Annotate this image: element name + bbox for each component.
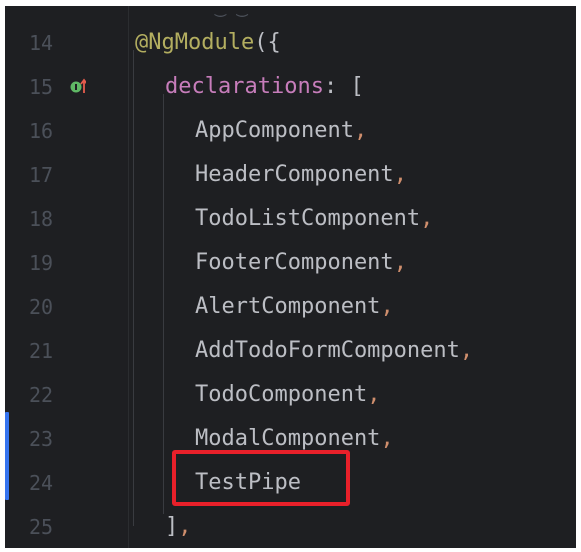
- code-token: AddTodoFormComponent: [195, 338, 460, 363]
- code-text[interactable]: TodoListComponent,: [195, 197, 433, 241]
- code-token: TodoListComponent: [195, 206, 421, 231]
- code-text[interactable]: AlertComponent,: [195, 285, 394, 329]
- line-number: 23: [29, 427, 54, 451]
- code-token: ,: [367, 382, 381, 407]
- code-text[interactable]: AppComponent,: [195, 109, 367, 153]
- code-token: ,: [178, 514, 192, 539]
- code-token: ,: [380, 294, 394, 319]
- code-text[interactable]: AddTodoFormComponent,: [195, 329, 473, 373]
- code-token: ,: [353, 118, 368, 143]
- code-line[interactable]: 21 AddTodoFormComponent,: [5, 329, 576, 373]
- code-line[interactable]: 18 TodoListComponent,: [5, 197, 576, 241]
- line-number: 15: [29, 75, 54, 99]
- code-token: FooterComponent: [195, 250, 394, 275]
- code-text[interactable]: ],: [165, 505, 192, 548]
- code-token: HeaderComponent: [195, 162, 394, 187]
- code-token: ,: [380, 426, 394, 451]
- line-number: 21: [29, 339, 54, 363]
- line-number: 22: [29, 383, 54, 407]
- code-line[interactable]: 20 AlertComponent,: [5, 285, 576, 329]
- code-token: ({: [254, 30, 281, 55]
- line-number: 25: [29, 515, 54, 539]
- code-token: declarations: [165, 74, 324, 99]
- clipped-previous-line: ‿ ‿: [215, 6, 248, 18]
- line-number: 14: [29, 31, 54, 55]
- code-token: AppComponent: [195, 118, 354, 143]
- code-token: TodoComponent: [195, 382, 368, 407]
- code-line[interactable]: 14 @NgModule({: [5, 21, 576, 65]
- code-token: ,: [393, 250, 407, 275]
- code-line[interactable]: 19 FooterComponent,: [5, 241, 576, 285]
- code-token: ,: [393, 162, 407, 187]
- code-text[interactable]: FooterComponent,: [195, 241, 407, 285]
- code-text[interactable]: declarations: [: [165, 65, 364, 109]
- line-number: 19: [29, 251, 54, 275]
- implements-indicator-icon[interactable]: [70, 78, 86, 94]
- code-text[interactable]: TodoComponent,: [195, 373, 380, 417]
- code-token: ModalComponent: [195, 426, 381, 451]
- code-token: @NgModule: [135, 30, 255, 55]
- line-number: 24: [29, 471, 54, 495]
- code-line[interactable]: 17 HeaderComponent,: [5, 153, 576, 197]
- line-number: 17: [29, 163, 54, 187]
- code-text[interactable]: HeaderComponent,: [195, 153, 407, 197]
- code-token: ]: [165, 514, 179, 539]
- code-token: AlertComponent: [195, 294, 381, 319]
- code-line[interactable]: 15 declarations: [: [5, 65, 576, 109]
- code-text[interactable]: @NgModule({: [135, 21, 281, 65]
- code-token: ,: [459, 338, 474, 363]
- line-number: 20: [29, 295, 54, 319]
- code-editor-window: ‿ ‿ 14 @NgModule({ 15 declarations: [ 16 AppC…: [5, 6, 576, 548]
- code-token: : [: [323, 74, 364, 99]
- highlight-box-testpipe: [172, 450, 350, 506]
- code-token: ,: [420, 206, 434, 231]
- code-line[interactable]: 25],: [5, 505, 576, 548]
- code-line[interactable]: 16 AppComponent,: [5, 109, 576, 153]
- line-number: 18: [29, 207, 54, 231]
- code-line[interactable]: 22 TodoComponent,: [5, 373, 576, 417]
- line-number: 16: [29, 119, 54, 143]
